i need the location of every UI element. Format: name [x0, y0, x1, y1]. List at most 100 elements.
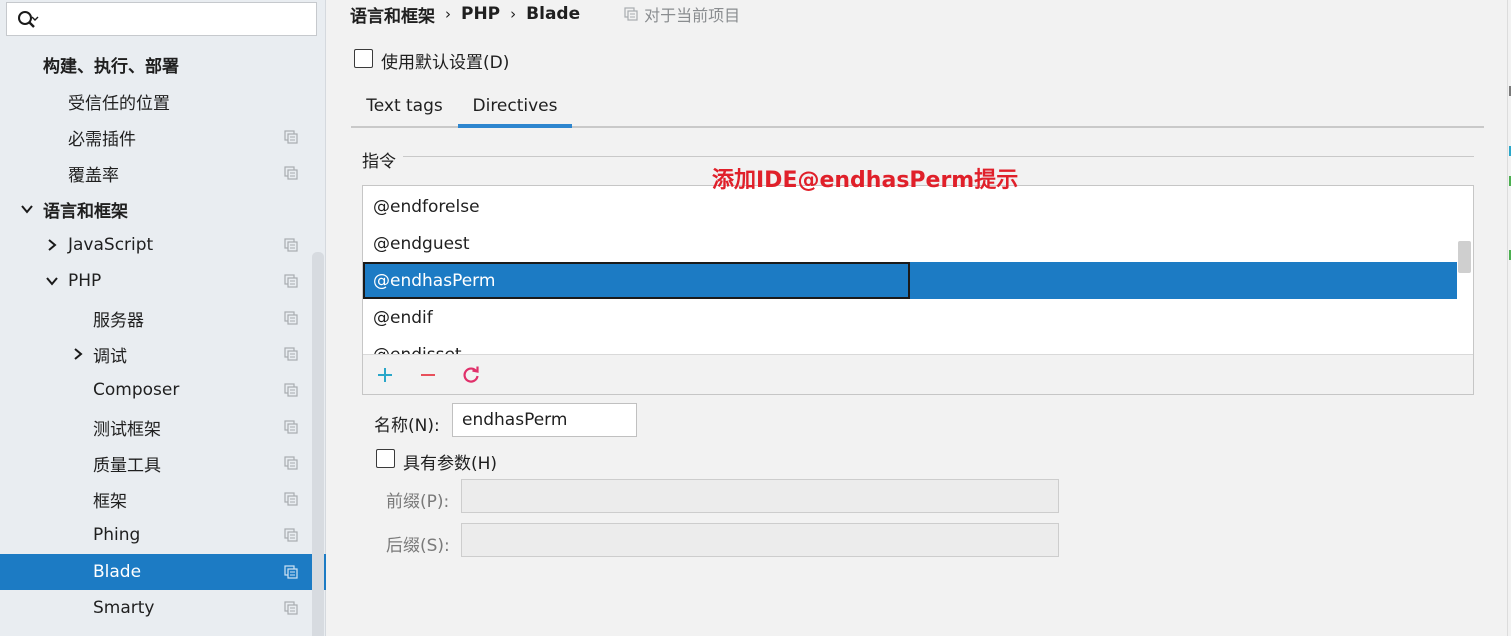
- project-scope-icon: [284, 420, 298, 434]
- sidebar-item-label: 受信任的位置: [68, 93, 170, 114]
- sidebar-item-label: 构建、执行、部署: [43, 56, 179, 77]
- sidebar-item-label: 必需插件: [68, 129, 136, 150]
- red-annotation-text: 添加IDE@endhasPerm提示: [712, 168, 1019, 193]
- directive-label: @endhasPerm: [373, 270, 496, 291]
- sidebar-item-quality-tools[interactable]: 质量工具: [0, 445, 326, 481]
- breadcrumb-separator: ›: [445, 5, 451, 23]
- sidebar-item-build[interactable]: 构建、执行、部署: [0, 46, 326, 82]
- chevron-right-icon[interactable]: [45, 238, 59, 252]
- project-scope-label: 对于当前项目: [644, 6, 741, 25]
- settings-sidebar: 构建、执行、部署 受信任的位置 必需插件 覆盖率 语言和框架 JavaScrip…: [0, 0, 326, 636]
- suffix-input: [461, 523, 1059, 557]
- name-field-label: 名称(N):: [374, 416, 440, 436]
- suffix-field-label: 后缀(S):: [386, 536, 450, 556]
- sidebar-item-label: 调试: [93, 346, 127, 367]
- chevron-right-icon[interactable]: [71, 347, 85, 361]
- refresh-icon: [462, 366, 479, 383]
- project-scope-icon: [284, 601, 298, 615]
- directive-item[interactable]: @endif: [363, 299, 1457, 336]
- sidebar-item-test-frameworks[interactable]: 测试框架: [0, 409, 326, 445]
- breadcrumb-item-php[interactable]: PHP: [461, 4, 500, 24]
- sidebar-item-label: 框架: [93, 491, 127, 512]
- sidebar-item-label: Smarty: [93, 598, 155, 618]
- settings-content: 语言和框架 › PHP › Blade 对于当前项目 使用默认设置(D) Tex…: [327, 0, 1511, 636]
- tab-label: Text tags: [366, 96, 443, 116]
- directive-item[interactable]: @endguest: [363, 225, 1457, 262]
- sidebar-item-php[interactable]: PHP: [0, 263, 326, 299]
- directive-label: @endguest: [373, 233, 470, 254]
- sidebar-item-label: 语言和框架: [43, 201, 128, 222]
- active-tab-indicator: [458, 124, 572, 128]
- directive-item-selected[interactable]: @endhasPerm: [363, 262, 1457, 299]
- directive-label: @endif: [373, 307, 433, 328]
- project-scope-icon: [284, 238, 298, 252]
- search-icon: [18, 11, 39, 28]
- settings-search-box[interactable]: [6, 2, 317, 36]
- tab-label: Directives: [472, 96, 558, 116]
- sidebar-item-coverage[interactable]: 覆盖率: [0, 155, 326, 191]
- project-scope-icon: [284, 383, 298, 397]
- project-scope-icon: [284, 274, 298, 288]
- add-directive-button[interactable]: [363, 356, 406, 394]
- directive-label: @endforelse: [373, 196, 480, 217]
- directives-group-title: 指令: [362, 152, 396, 172]
- project-scope-icon: [624, 7, 638, 21]
- sidebar-item-servers[interactable]: 服务器: [0, 300, 326, 336]
- sidebar-item-composer[interactable]: Composer: [0, 372, 326, 408]
- project-scope-icon: [284, 130, 298, 144]
- project-scope-icon: [284, 347, 298, 361]
- settings-search-input[interactable]: [43, 7, 311, 31]
- sidebar-item-label: Composer: [93, 380, 180, 400]
- sidebar-item-debug[interactable]: 调试: [0, 336, 326, 372]
- chevron-down-icon[interactable]: [45, 274, 59, 288]
- breadcrumb-item-blade: Blade: [526, 4, 581, 24]
- reset-directives-button[interactable]: [449, 356, 492, 394]
- directives-list-panel: @endforelse @endguest @endhasPerm @endif…: [362, 185, 1474, 395]
- list-scrollbar[interactable]: [1458, 241, 1471, 273]
- minus-icon: [420, 374, 435, 376]
- chevron-down-icon[interactable]: [20, 202, 34, 216]
- use-defaults-label[interactable]: 使用默认设置(D): [381, 48, 509, 73]
- project-scope-icon: [284, 528, 298, 542]
- project-scope-icon: [284, 492, 298, 506]
- sidebar-item-smarty[interactable]: Smarty: [0, 590, 326, 626]
- sidebar-item-trusted-locations[interactable]: 受信任的位置: [0, 83, 326, 119]
- project-scope-icon: [284, 565, 298, 579]
- breadcrumb: 语言和框架 › PHP › Blade 对于当前项目: [350, 2, 741, 27]
- sidebar-item-label: Phing: [93, 525, 141, 545]
- has-params-checkbox[interactable]: [376, 449, 395, 468]
- sidebar-scrollbar[interactable]: [312, 252, 324, 636]
- has-params-label[interactable]: 具有参数(H): [403, 449, 497, 474]
- tab-text-tags[interactable]: Text tags: [351, 84, 458, 128]
- sidebar-item-languages-frameworks[interactable]: 语言和框架: [0, 191, 326, 227]
- plus-icon: [377, 368, 392, 382]
- use-defaults-checkbox[interactable]: [354, 49, 373, 68]
- project-scope-icon: [284, 311, 298, 325]
- group-separator: [403, 156, 1474, 157]
- sidebar-item-label: 服务器: [93, 310, 144, 331]
- directive-label: @endisset: [373, 344, 462, 355]
- prefix-input: [461, 479, 1059, 513]
- sidebar-item-javascript[interactable]: JavaScript: [0, 227, 326, 263]
- sidebar-item-label: PHP: [68, 271, 102, 291]
- directive-item[interactable]: @endisset: [363, 336, 1457, 355]
- directives-list[interactable]: @endforelse @endguest @endhasPerm @endif…: [363, 186, 1473, 355]
- sidebar-item-blade[interactable]: Blade: [0, 554, 326, 590]
- sidebar-item-label: Blade: [93, 562, 142, 582]
- tab-directives[interactable]: Directives: [458, 84, 572, 128]
- sidebar-item-label: JavaScript: [68, 235, 154, 255]
- sidebar-item-phing[interactable]: Phing: [0, 517, 326, 553]
- breadcrumb-item-languages[interactable]: 语言和框架: [350, 2, 435, 27]
- directive-name-input[interactable]: [452, 403, 637, 437]
- breadcrumb-separator: ›: [510, 5, 517, 23]
- sidebar-item-frameworks[interactable]: 框架: [0, 481, 326, 517]
- project-scope-icon: [284, 166, 298, 180]
- sidebar-item-required-plugins[interactable]: 必需插件: [0, 119, 326, 155]
- sidebar-item-label: 质量工具: [93, 455, 161, 476]
- list-toolbar: [363, 356, 492, 394]
- remove-directive-button[interactable]: [406, 356, 449, 394]
- sidebar-item-label: 覆盖率: [68, 165, 119, 186]
- sidebar-item-label: 测试框架: [93, 419, 161, 440]
- tab-bar: Text tags Directives: [351, 84, 1484, 128]
- window-edge: [1507, 0, 1508, 636]
